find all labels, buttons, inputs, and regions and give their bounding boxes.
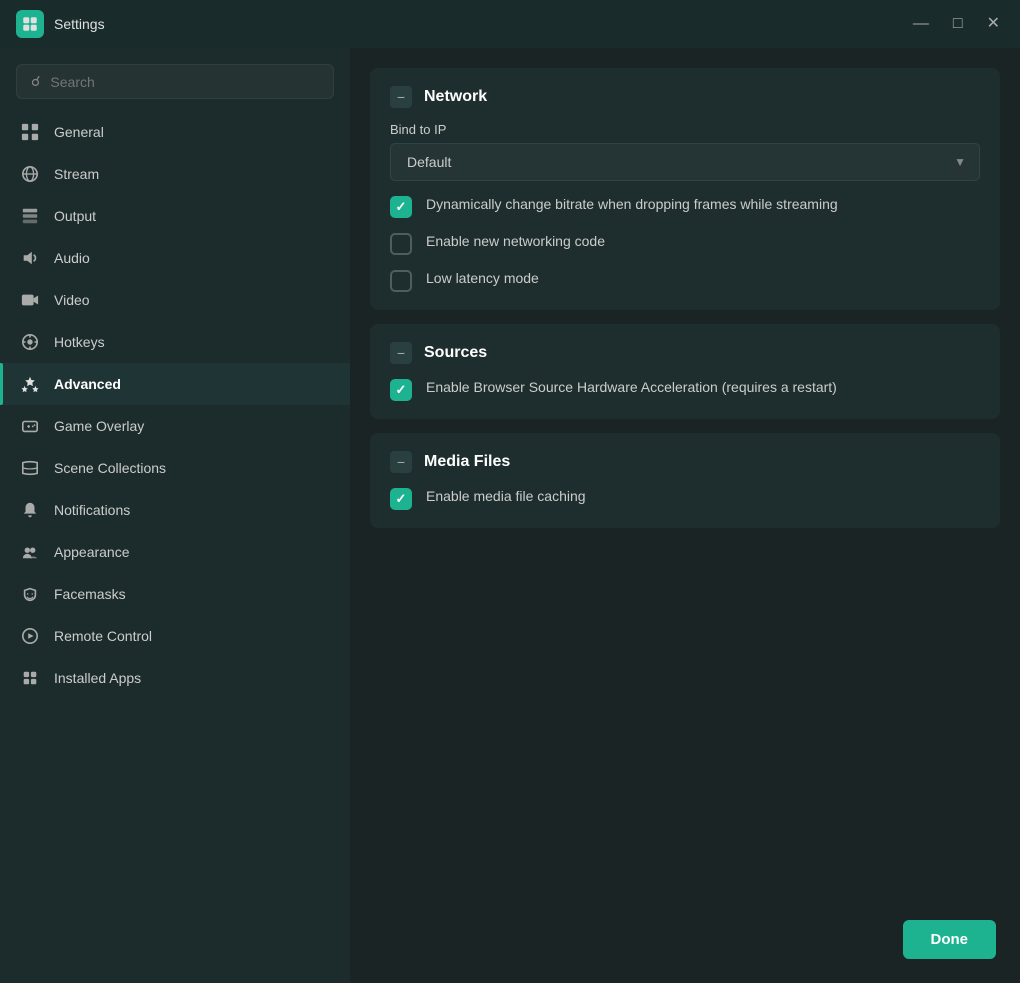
footer: Done (903, 920, 997, 959)
new-networking-checkbox[interactable] (390, 233, 412, 255)
appearance-label: Appearance (54, 544, 130, 560)
sidebar-item-facemasks[interactable]: Facemasks (0, 573, 350, 615)
sources-collapse-button[interactable]: − (390, 342, 412, 364)
installed-apps-icon (20, 668, 40, 688)
sidebar-item-game-overlay[interactable]: Game Overlay (0, 405, 350, 447)
bind-ip-select[interactable]: Default 127.0.0.1 0.0.0.0 (390, 143, 980, 181)
remote-control-icon (20, 626, 40, 646)
sidebar-item-scene-collections[interactable]: Scene Collections (0, 447, 350, 489)
app-body: ☌ General Stream Output (0, 48, 1020, 983)
browser-hw-text: Enable Browser Source Hardware Accelerat… (426, 378, 837, 398)
close-button[interactable]: ✕ (983, 12, 1004, 36)
new-networking-row: Enable new networking code (390, 232, 980, 255)
notifications-icon (20, 500, 40, 520)
output-icon (20, 206, 40, 226)
hotkeys-label: Hotkeys (54, 334, 105, 350)
sidebar-item-remote-control[interactable]: Remote Control (0, 615, 350, 657)
audio-label: Audio (54, 250, 90, 266)
facemasks-label: Facemasks (54, 586, 126, 602)
network-header: − Network (370, 68, 1000, 122)
window-controls: — □ ✕ (909, 12, 1004, 36)
facemasks-icon (20, 584, 40, 604)
search-container: ☌ (0, 60, 350, 111)
remote-control-label: Remote Control (54, 628, 152, 644)
network-title: Network (424, 88, 487, 106)
bind-to-ip-label: Bind to IP (390, 122, 980, 137)
general-icon (20, 122, 40, 142)
sidebar-item-video[interactable]: Video (0, 279, 350, 321)
done-button[interactable]: Done (903, 920, 997, 959)
advanced-icon (20, 374, 40, 394)
sidebar-item-output[interactable]: Output (0, 195, 350, 237)
stream-label: Stream (54, 166, 99, 182)
new-networking-text: Enable new networking code (426, 232, 605, 252)
sidebar-item-stream[interactable]: Stream (0, 153, 350, 195)
low-latency-row: Low latency mode (390, 269, 980, 292)
advanced-label: Advanced (54, 376, 121, 392)
media-caching-text: Enable media file caching (426, 487, 586, 507)
notifications-label: Notifications (54, 502, 130, 518)
output-label: Output (54, 208, 96, 224)
sidebar-item-audio[interactable]: Audio (0, 237, 350, 279)
media-files-collapse-button[interactable]: − (390, 451, 412, 473)
low-latency-text: Low latency mode (426, 269, 539, 289)
sidebar-item-hotkeys[interactable]: Hotkeys (0, 321, 350, 363)
media-caching-checkbox[interactable]: ✓ (390, 488, 412, 510)
network-collapse-button[interactable]: − (390, 86, 412, 108)
sidebar-item-notifications[interactable]: Notifications (0, 489, 350, 531)
check-icon: ✓ (396, 382, 407, 398)
game-overlay-label: Game Overlay (54, 418, 144, 434)
general-label: General (54, 124, 104, 140)
check-icon: ✓ (396, 199, 407, 215)
sidebar-item-appearance[interactable]: Appearance (0, 531, 350, 573)
app-logo-icon (21, 15, 39, 33)
network-section: − Network Bind to IP Default 127.0.0.1 0… (370, 68, 1000, 310)
browser-hw-checkbox[interactable]: ✓ (390, 379, 412, 401)
video-icon (20, 290, 40, 310)
media-files-title: Media Files (424, 453, 510, 471)
app-logo (16, 10, 44, 38)
audio-icon (20, 248, 40, 268)
app-title: Settings (54, 16, 105, 32)
scene-collections-label: Scene Collections (54, 460, 166, 476)
titlebar: Settings — □ ✕ (0, 0, 1020, 48)
browser-hw-row: ✓ Enable Browser Source Hardware Acceler… (390, 378, 980, 401)
bind-ip-select-wrapper: Default 127.0.0.1 0.0.0.0 ▼ (390, 143, 980, 181)
media-files-section: − Media Files ✓ Enable media file cachin… (370, 433, 1000, 528)
sources-body: ✓ Enable Browser Source Hardware Acceler… (370, 378, 1000, 419)
sources-title: Sources (424, 344, 487, 362)
search-input[interactable] (50, 74, 319, 90)
media-files-body: ✓ Enable media file caching (370, 487, 1000, 528)
search-icon: ☌ (31, 73, 40, 90)
game-overlay-icon (20, 416, 40, 436)
sources-header: − Sources (370, 324, 1000, 378)
search-box[interactable]: ☌ (16, 64, 334, 99)
installed-apps-label: Installed Apps (54, 670, 141, 686)
media-caching-row: ✓ Enable media file caching (390, 487, 980, 510)
check-icon: ✓ (396, 491, 407, 507)
appearance-icon (20, 542, 40, 562)
maximize-button[interactable]: □ (949, 12, 967, 36)
sidebar-item-installed-apps[interactable]: Installed Apps (0, 657, 350, 699)
content-area: − Network Bind to IP Default 127.0.0.1 0… (350, 48, 1020, 983)
low-latency-checkbox[interactable] (390, 270, 412, 292)
scene-collections-icon (20, 458, 40, 478)
stream-icon (20, 164, 40, 184)
sources-section: − Sources ✓ Enable Browser Source Hardwa… (370, 324, 1000, 419)
sidebar-item-general[interactable]: General (0, 111, 350, 153)
dynamic-bitrate-text: Dynamically change bitrate when dropping… (426, 195, 838, 215)
network-body: Bind to IP Default 127.0.0.1 0.0.0.0 ▼ ✓ (370, 122, 1000, 310)
dynamic-bitrate-checkbox[interactable]: ✓ (390, 196, 412, 218)
dynamic-bitrate-row: ✓ Dynamically change bitrate when droppi… (390, 195, 980, 218)
sidebar-item-advanced[interactable]: Advanced (0, 363, 350, 405)
hotkeys-icon (20, 332, 40, 352)
sidebar: ☌ General Stream Output (0, 48, 350, 983)
minimize-button[interactable]: — (909, 12, 933, 36)
media-files-header: − Media Files (370, 433, 1000, 487)
bind-to-ip-field: Bind to IP Default 127.0.0.1 0.0.0.0 ▼ (390, 122, 980, 181)
video-label: Video (54, 292, 90, 308)
